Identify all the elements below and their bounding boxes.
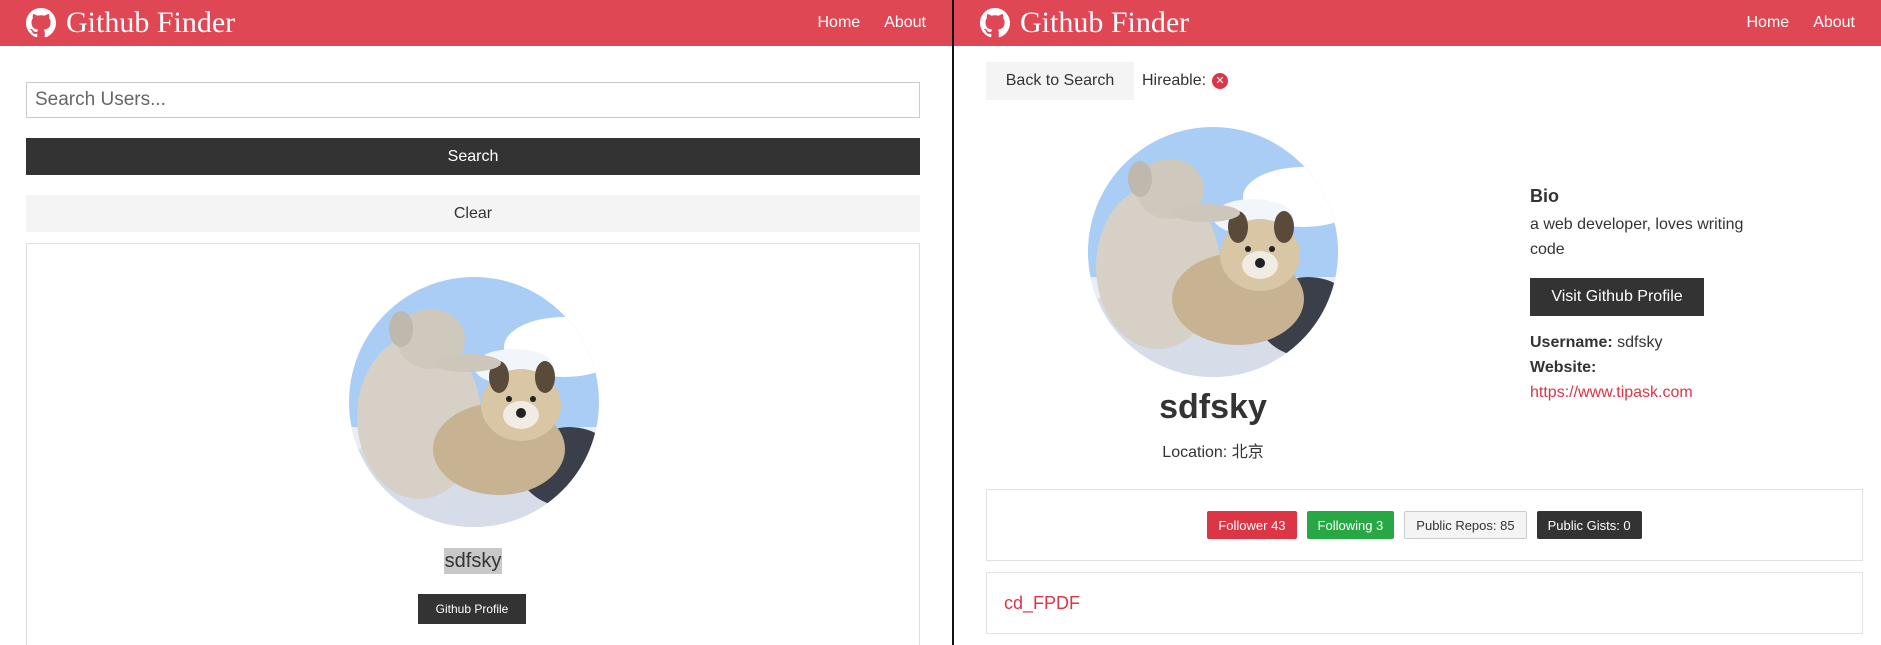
- search-page: Github Finder Home About Search Clear sd…: [0, 0, 952, 645]
- username-line: Username: sdfsky: [1530, 334, 1663, 352]
- website-line: Website:: [1530, 359, 1596, 377]
- following-badge: Following 3: [1306, 511, 1395, 539]
- profile-name: sdfsky: [1159, 388, 1267, 426]
- followers-badge: Follower 43: [1207, 511, 1297, 539]
- visit-github-profile-button[interactable]: Visit Github Profile: [1530, 278, 1704, 316]
- brand-title: Github Finder: [1020, 6, 1190, 39]
- location-value: 北京: [1231, 444, 1264, 461]
- clear-button[interactable]: Clear: [26, 195, 920, 232]
- navbar: Github Finder Home About: [954, 0, 1881, 46]
- user-login: sdfsky: [27, 548, 919, 574]
- nav-home-link[interactable]: Home: [1747, 14, 1790, 32]
- user-page: Github Finder Home About Back to Search …: [954, 0, 1881, 645]
- github-profile-button[interactable]: Github Profile: [418, 594, 526, 624]
- hireable-status: Hireable: ✕: [1142, 72, 1229, 90]
- search-button[interactable]: Search: [26, 138, 920, 175]
- public-gists-badge: Public Gists: 0: [1536, 511, 1642, 539]
- profile-location: Location: 北京: [1066, 438, 1360, 462]
- location-label: Location:: [1162, 444, 1228, 461]
- nav-links: Home About: [1741, 14, 1874, 32]
- nav-about-link[interactable]: About: [1813, 14, 1855, 32]
- brand-title: Github Finder: [66, 6, 236, 39]
- times-circle-icon: ✕: [1212, 73, 1229, 89]
- user-card: sdfsky Github Profile: [26, 243, 920, 645]
- search-input[interactable]: [26, 82, 920, 118]
- nav-links: Home About: [812, 14, 945, 32]
- username-label: Username:: [1530, 334, 1613, 351]
- navbar: Github Finder Home About: [0, 0, 952, 46]
- back-to-search-button[interactable]: Back to Search: [986, 62, 1134, 100]
- hireable-label: Hireable:: [1142, 72, 1207, 89]
- public-repos-badge: Public Repos: 85: [1404, 511, 1527, 539]
- website-link[interactable]: https://www.tipask.com: [1530, 384, 1693, 402]
- nav-about-link[interactable]: About: [884, 14, 926, 32]
- user-login-text: sdfsky: [443, 548, 503, 574]
- github-icon: [980, 8, 1010, 38]
- nav-home-link[interactable]: Home: [818, 14, 861, 32]
- profile-avatar: [1088, 127, 1338, 377]
- username-value: sdfsky: [1617, 334, 1663, 351]
- repo-link[interactable]: cd_FPDF: [1004, 593, 1080, 614]
- brand[interactable]: Github Finder: [980, 8, 1189, 38]
- bio-heading: Bio: [1530, 186, 1559, 206]
- website-label: Website:: [1530, 359, 1597, 376]
- repo-item: cd_FPDF: [986, 572, 1863, 634]
- github-icon: [26, 8, 56, 38]
- bio-text: a web developer, loves writing code: [1530, 216, 1744, 258]
- stats-card: Follower 43 Following 3 Public Repos: 85…: [986, 489, 1863, 561]
- avatar: [349, 277, 599, 527]
- brand[interactable]: Github Finder: [26, 8, 235, 38]
